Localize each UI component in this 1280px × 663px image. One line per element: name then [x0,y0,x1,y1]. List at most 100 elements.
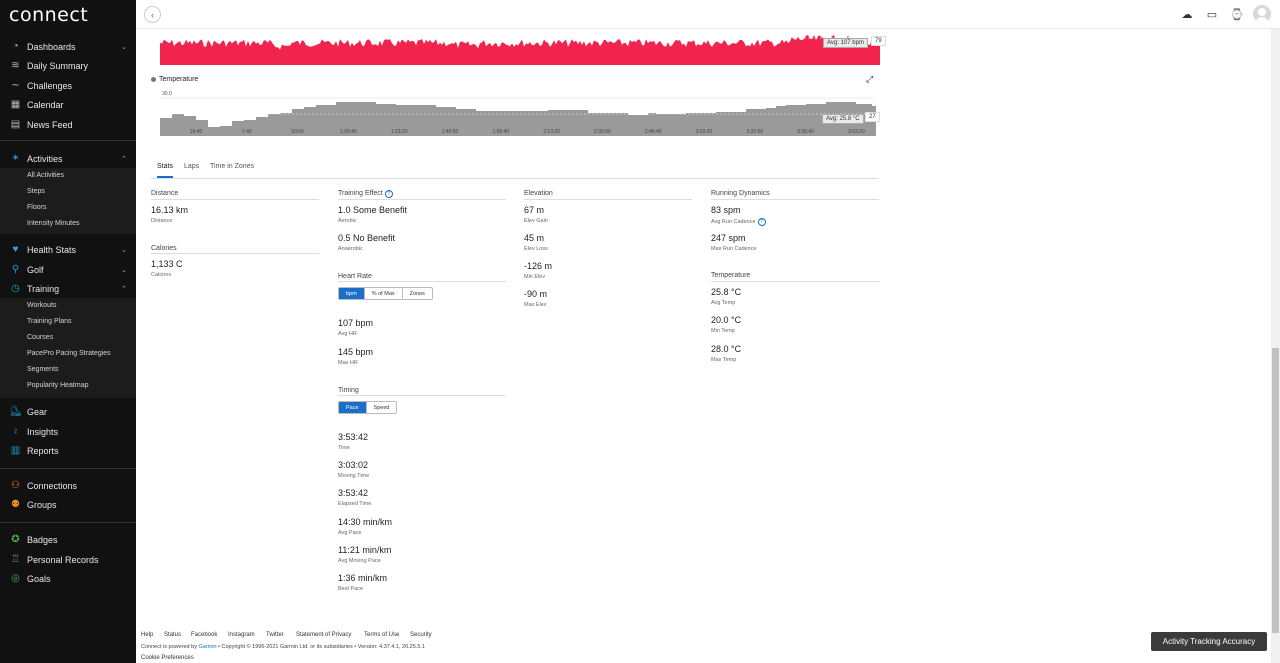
footer-link-security[interactable]: Security [410,632,432,638]
sidebar-item-daily-summary[interactable]: ≋ Daily Summary [0,56,136,75]
chevron-down-icon: ⌄ [121,266,127,274]
dashboard-icon: ◔ [12,41,19,52]
max-run-cadence-label: Max Run Cadence [711,246,757,252]
sidebar-item-reports[interactable]: ▥ Reports [0,441,136,460]
sidebar: connect ◔ Dashboards ⌄ ≋ Daily Summary ∼… [0,0,136,663]
help-icon[interactable]: ? [384,190,393,198]
sidebar-item-activities[interactable]: ✶ Activities ⌃ [0,149,136,168]
sidebar-item-segments[interactable]: Segments [27,366,59,380]
garmin-link[interactable]: Garmin [198,644,216,650]
timing-label: Elapsed Time [338,501,372,508]
footer-link-status[interactable]: Status [164,632,181,638]
sidebar-item-health-stats[interactable]: ♥ Health Stats ⌄ [0,240,136,259]
sidebar-item-news-feed[interactable]: ▤ News Feed [0,115,136,134]
temperature-xtick: 2:13:20 [543,129,560,135]
anaerobic-label: Anaerobic [338,246,363,252]
avatar[interactable] [1253,5,1271,23]
golfer-icon: ⚲ [11,264,20,275]
sidebar-item-gear[interactable]: ⛸ Gear [0,402,136,421]
calories-value: 1,133 C [151,259,183,269]
connect-logo[interactable]: connect [9,4,88,26]
sidebar-item-training-plans[interactable]: Training Plans [27,318,72,332]
distance-label: Distance [151,218,173,224]
sidebar-item-connections[interactable]: ⚇ Connections [0,476,136,495]
temperature-xtick: 16:40 [190,129,203,135]
inbox-icon[interactable]: ▭ [1205,7,1219,21]
elevation-label: Elev Gain [524,218,548,224]
running-icon: ✶ [11,153,20,164]
sidebar-item-pacepro[interactable]: PacePro Pacing Strategies [27,350,111,364]
sidebar-item-goals[interactable]: ◎ Goals [0,569,136,588]
calories-section-title: Calories [151,245,177,252]
section-divider [151,199,319,200]
temperature-area [160,102,876,136]
footer-link-facebook[interactable]: Facebook [191,632,217,638]
toggle-speed[interactable]: Speed [365,402,397,413]
temperature-xtick: 1:23:20 [391,129,408,135]
footer-link-terms-of-use[interactable]: Terms of Use [364,632,399,638]
sidebar-item-groups[interactable]: ⚉ Groups [0,495,136,514]
temperature-stat-value: 20.0 °C [711,315,742,326]
chevron-down-icon: ⌄ [121,43,127,51]
help-icon[interactable]: ? [757,218,766,226]
tab-stats[interactable]: Stats [157,163,173,178]
section-divider [151,253,319,254]
temperature-xtick: 1:56:40 [492,129,509,135]
toggle-zones[interactable]: Zones [401,288,432,299]
footer-link-instagram[interactable]: Instagram [228,632,255,638]
sidebar-item-challenges[interactable]: ∼ Challenges [0,76,136,95]
tab-laps[interactable]: Laps [184,163,199,178]
sidebar-item-workouts[interactable]: Workouts [27,302,56,316]
layers-icon: ≋ [11,60,20,71]
chevron-left-icon: ‹ [151,9,154,20]
top-bar: ‹ ☁ ▭ ⌚ [136,0,1280,29]
toggle-pace[interactable]: Pace [339,402,366,413]
sidebar-item-badges[interactable]: ✪ Badges [0,530,136,549]
temperature-stat-label: Avg Temp [711,300,736,306]
people-icon: ⚇ [11,480,20,491]
expand-icon[interactable]: ⤢ [866,74,873,85]
back-button[interactable]: ‹ [144,6,161,23]
toggle-bpm[interactable]: bpm [339,288,364,299]
sidebar-item-dashboards[interactable]: ◔ Dashboards ⌄ [0,37,136,56]
sidebar-item-calendar[interactable]: ▦ Calendar [0,95,136,114]
upload-cloud-icon[interactable]: ☁ [1180,7,1194,21]
shoe-icon: ⛸ [9,406,22,417]
scrollbar[interactable] [1271,29,1280,663]
elevation-label: Elev Loss [524,246,548,252]
sidebar-item-golf[interactable]: ⚲ Golf ⌄ [0,260,136,279]
tab-time-in-zones[interactable]: Time in Zones [210,163,254,178]
watch-icon[interactable]: ⌚ [1230,7,1244,21]
chevron-up-icon: ⌃ [121,285,127,293]
heart-rate-section-title: Heart Rate [338,273,372,280]
sidebar-item-popularity-heatmap[interactable]: Popularity Heatmap [27,382,88,396]
sidebar-item-steps[interactable]: Steps [27,188,45,202]
sidebar-item-training[interactable]: ◷ Training ⌃ [0,279,136,298]
footer-link-statement-of-privacy[interactable]: Statement of Privacy [296,632,351,638]
calories-label: Calories [151,272,172,278]
elevation-value: 67 m [524,205,545,215]
sidebar-item-all-activities[interactable]: All Activities [27,172,64,186]
section-divider [524,199,692,200]
heart-rate-area [160,35,880,65]
footer-link-help[interactable]: Help [141,632,153,638]
timing-value: 3:03:02 [338,460,369,471]
cookie-preferences-link[interactable]: Cookie Preferences [141,655,194,661]
sidebar-divider [0,522,136,523]
timing-label: Avg Moving Pace [338,557,381,564]
sidebar-item-courses[interactable]: Courses [27,334,53,348]
scrollbar-thumb[interactable] [1272,348,1279,633]
sidebar-item-personal-records[interactable]: ♖ Personal Records [0,550,136,569]
sidebar-item-insights[interactable]: ♀ Insights [0,422,136,441]
temperature-end-value: 27 [865,112,880,122]
activity-tracking-accuracy-button[interactable]: Activity Tracking Accuracy [1151,632,1267,651]
max-run-cadence-value: 247 spm [711,233,746,243]
toggle-percent-max[interactable]: % of Max [363,288,402,299]
footer-link-twitter[interactable]: Twitter [266,632,284,638]
elevation-value: -126 m [524,261,553,271]
sidebar-item-intensity-minutes[interactable]: Intensity Minutes [27,220,80,234]
bar-chart-icon: ▥ [10,445,21,456]
sidebar-item-floors[interactable]: Floors [27,204,46,218]
aerobic-label: Aerobic [338,218,357,224]
elevation-value: -90 m [524,289,548,299]
